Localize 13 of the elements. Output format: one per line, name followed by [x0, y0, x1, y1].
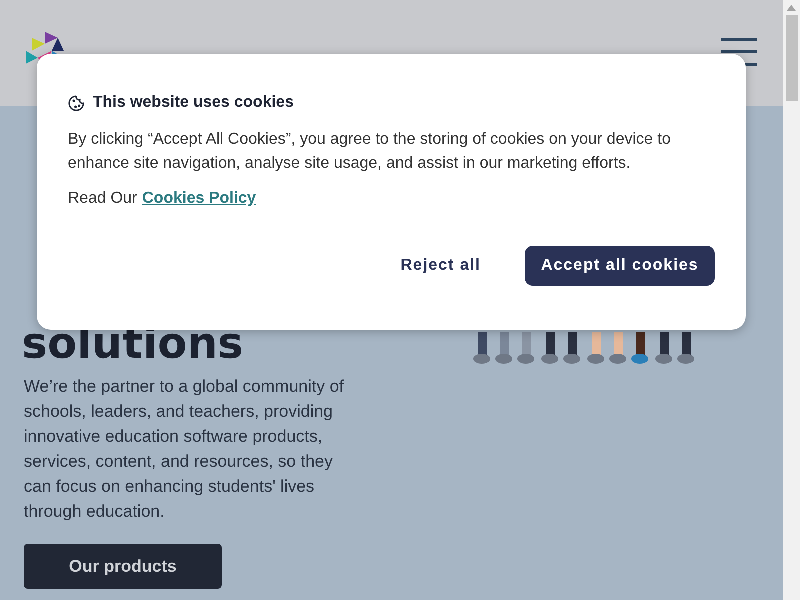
policy-link[interactable]: Cookies Policy — [142, 190, 256, 208]
policy-prefix: Read Our — [68, 190, 138, 208]
reject-button[interactable]: Reject all — [386, 246, 495, 286]
dialog-title: This website uses cookies — [93, 94, 294, 112]
cookie-icon — [68, 94, 85, 112]
scroll-up-icon[interactable] — [787, 5, 796, 11]
scrollbar[interactable] — [783, 0, 800, 600]
dialog-text: By clicking “Accept All Cookies”, you agree to the storing of cookies on your device to enhance site navigation, analyse site usage, and assist in our marketing efforts. — [68, 130, 672, 174]
hero-heading: solutions — [22, 318, 244, 370]
hero-paragraph: We’re the partner to a global community of schools, leaders, and teachers, providing innovative education software products, services, content, and resources, so they can focus on enhancing students' lives through education. — [24, 376, 346, 523]
accept-button[interactable]: Accept all cookies — [525, 246, 715, 286]
products-button[interactable]: Our products — [24, 544, 222, 589]
scroll-thumb[interactable] — [786, 15, 798, 101]
